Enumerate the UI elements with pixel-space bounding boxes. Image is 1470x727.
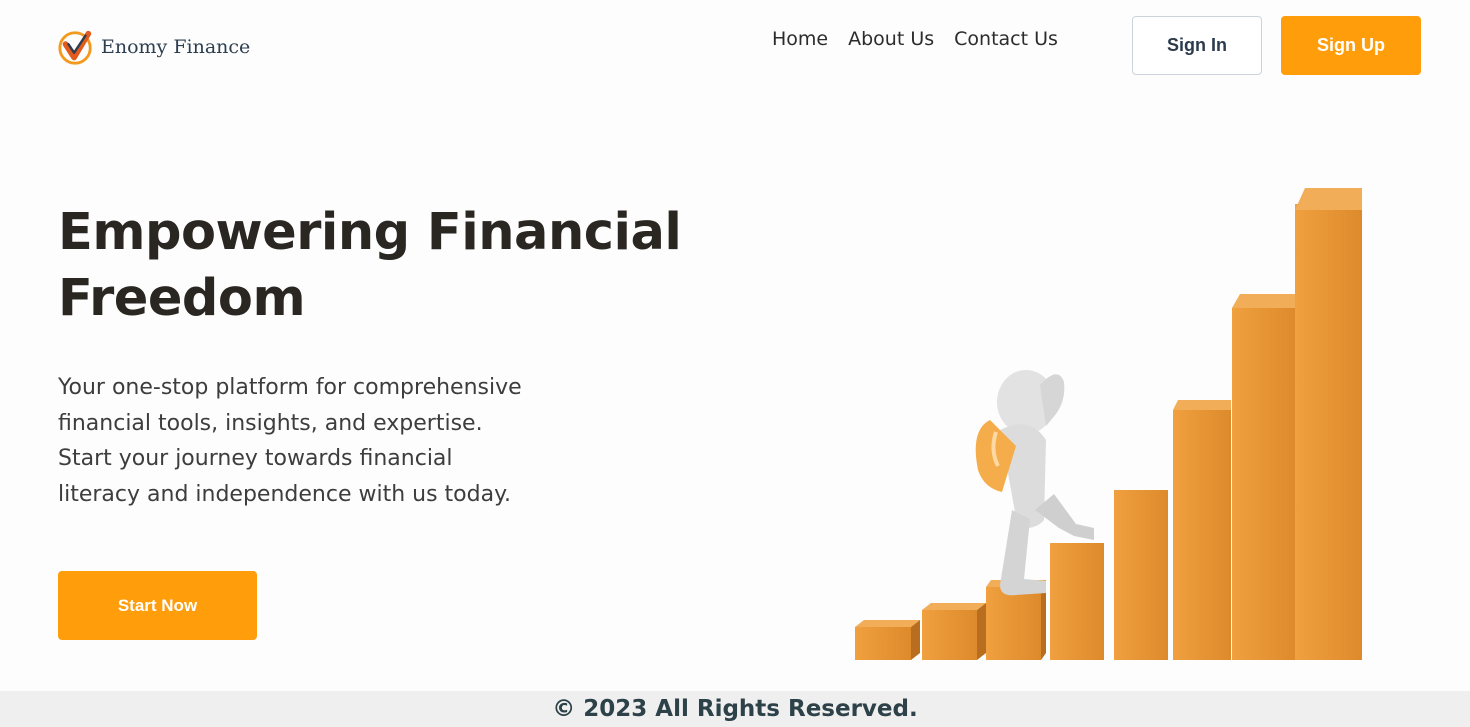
main-nav: Home About Us Contact Us [772,28,1058,50]
brand-logo[interactable]: Enomy Finance [57,28,250,66]
sign-up-button[interactable]: Sign Up [1281,16,1421,75]
stair-bars [855,188,1362,660]
top-navbar: Enomy Finance Home About Us Contact Us S… [0,0,1470,90]
footer: © 2023 All Rights Reserved. [0,691,1470,727]
hero-title-line-2: Freedom [58,269,306,328]
hero-subtitle-line: financial tools, insights, and expertise… [58,410,483,436]
nav-home[interactable]: Home [772,28,828,50]
checkmark-logo-icon [58,30,92,65]
hero-subtitle-line: Start your journey towards financial [58,446,453,471]
hero-subtitle: Your one-stop platform for comprehensive… [58,370,598,512]
nav-about-us[interactable]: About Us [848,28,934,50]
hero-title: Empowering Financial Freedom [58,200,778,332]
hero-subtitle-line: literacy and independence with us today. [58,481,511,507]
copyright-text: © 2023 All Rights Reserved. [552,696,918,722]
nav-contact-us[interactable]: Contact Us [954,28,1058,50]
start-now-button[interactable]: Start Now [58,571,257,640]
hero-illustration [855,188,1362,660]
hero-title-line-1: Empowering Financial [58,203,682,262]
hero-subtitle-line: Your one-stop platform for comprehensive [58,375,522,400]
brand-name: Enomy Finance [101,36,251,58]
sign-in-button[interactable]: Sign In [1132,16,1262,75]
